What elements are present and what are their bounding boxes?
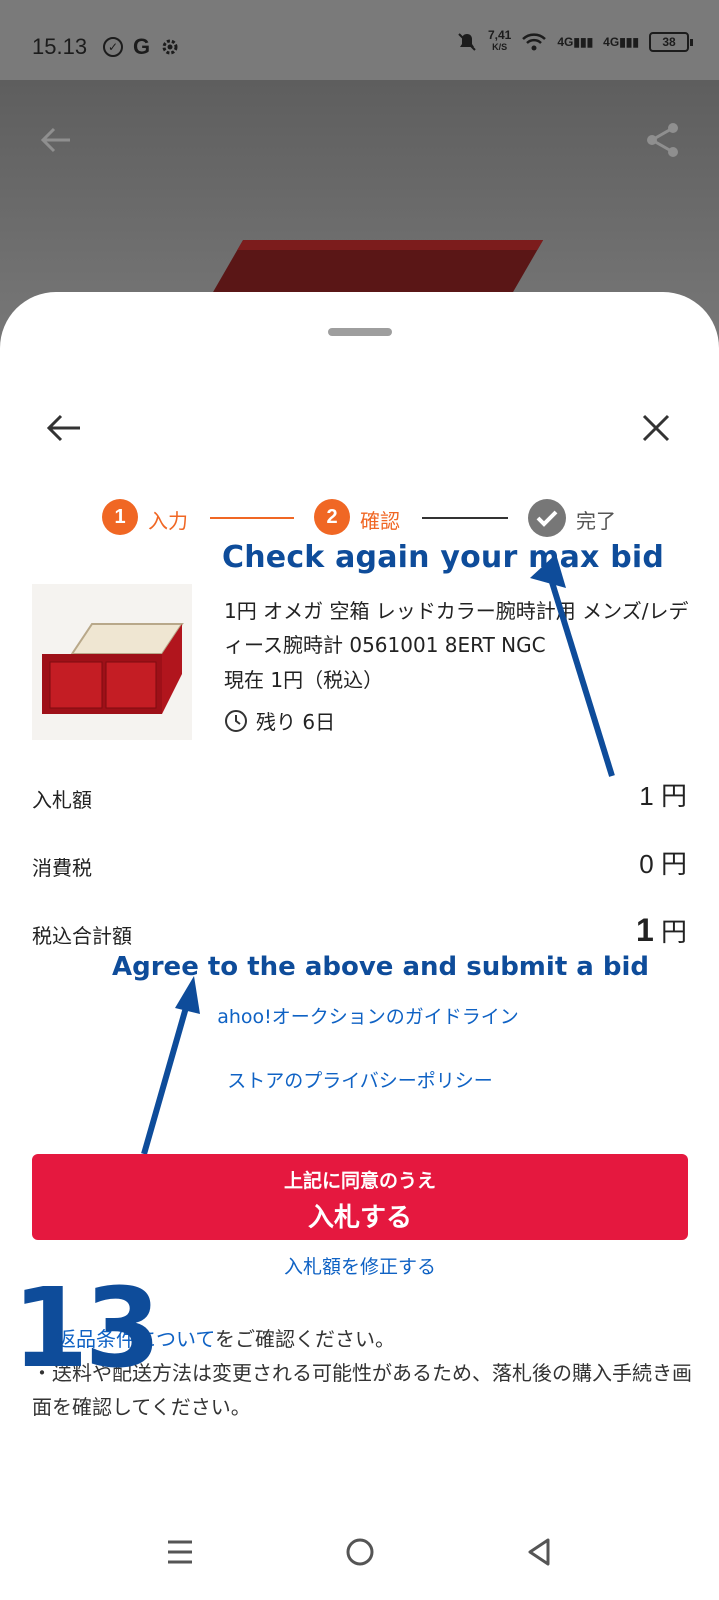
returns-note-text: をご確認ください。 bbox=[215, 1327, 395, 1351]
edit-bid-link[interactable]: 入札額を修正する bbox=[180, 1252, 540, 1279]
tax-value: 0 円 bbox=[639, 844, 687, 881]
tax-currency: 円 bbox=[660, 849, 687, 879]
submit-bid-button[interactable]: 上記に同意のうえ 入札する bbox=[32, 1154, 688, 1240]
signal-2: 4G▮▮▮ bbox=[603, 34, 639, 49]
total-value: 1 円 bbox=[636, 912, 687, 949]
menu-icon[interactable] bbox=[160, 1532, 200, 1572]
settings-icon bbox=[160, 37, 180, 57]
status-left-icons: ✓ G bbox=[103, 34, 180, 60]
mute-icon bbox=[456, 31, 478, 53]
signal-1: 4G▮▮▮ bbox=[557, 34, 594, 49]
total-row: 税込合計額 1 円 bbox=[32, 912, 687, 952]
tax-row: 消費税 0 円 bbox=[32, 844, 687, 884]
status-right-icons: 7,41 K/S 4G▮▮▮ 4G▮▮▮ 38 bbox=[456, 28, 693, 53]
tax-number: 0 bbox=[639, 849, 654, 879]
total-currency: 円 bbox=[660, 917, 687, 947]
annotation-agree-submit: Agree to the above and submit a bid bbox=[112, 952, 650, 982]
speed-value: 7,41 bbox=[487, 28, 512, 42]
speed-unit: K/S bbox=[492, 42, 508, 52]
google-icon: G bbox=[133, 34, 151, 59]
network-speed: 7,41 K/S bbox=[487, 28, 512, 53]
total-label: 税込合計額 bbox=[32, 924, 132, 948]
wifi-icon bbox=[521, 32, 547, 52]
bid-amount-label: 入札額 bbox=[32, 788, 92, 812]
home-icon[interactable] bbox=[340, 1532, 380, 1572]
check-circle-icon: ✓ bbox=[103, 37, 123, 57]
status-bar: 15.13 ✓ G 7,41 K/S 4G▮▮▮ 4G▮▮▮ 38 bbox=[0, 0, 719, 80]
bid-amount-row: 入札額 1 円 bbox=[32, 776, 687, 816]
battery-icon: 38 bbox=[649, 31, 693, 52]
submit-bid-sub-label: 上記に同意のうえ bbox=[283, 1170, 436, 1192]
signal-2-label: 4G bbox=[603, 34, 620, 49]
annotation-step-number: 13 bbox=[12, 1264, 161, 1392]
status-time: 15.13 bbox=[32, 34, 88, 59]
bid-amount-number: 1 bbox=[639, 781, 654, 811]
tax-label: 消費税 bbox=[32, 856, 92, 880]
back-triangle-icon[interactable] bbox=[520, 1532, 560, 1572]
background-back-arrow-icon bbox=[36, 120, 76, 160]
guidelines-link[interactable]: ahoo!オークションのガイドライン bbox=[188, 1002, 548, 1029]
bid-amount-currency: 円 bbox=[660, 781, 687, 811]
bid-confirm-sheet: 1 入力 2 確認 完了 Check again your max bid 1円… bbox=[0, 292, 719, 1600]
signal-1-label: 4G bbox=[557, 34, 574, 49]
bid-amount-value: 1 円 bbox=[639, 776, 687, 813]
total-number: 1 bbox=[635, 912, 654, 948]
privacy-policy-link[interactable]: ストアのプライバシーポリシー bbox=[180, 1066, 540, 1093]
submit-bid-label: 入札する bbox=[307, 1203, 412, 1233]
system-nav-bar bbox=[0, 1500, 719, 1600]
background-share-icon bbox=[643, 120, 683, 160]
